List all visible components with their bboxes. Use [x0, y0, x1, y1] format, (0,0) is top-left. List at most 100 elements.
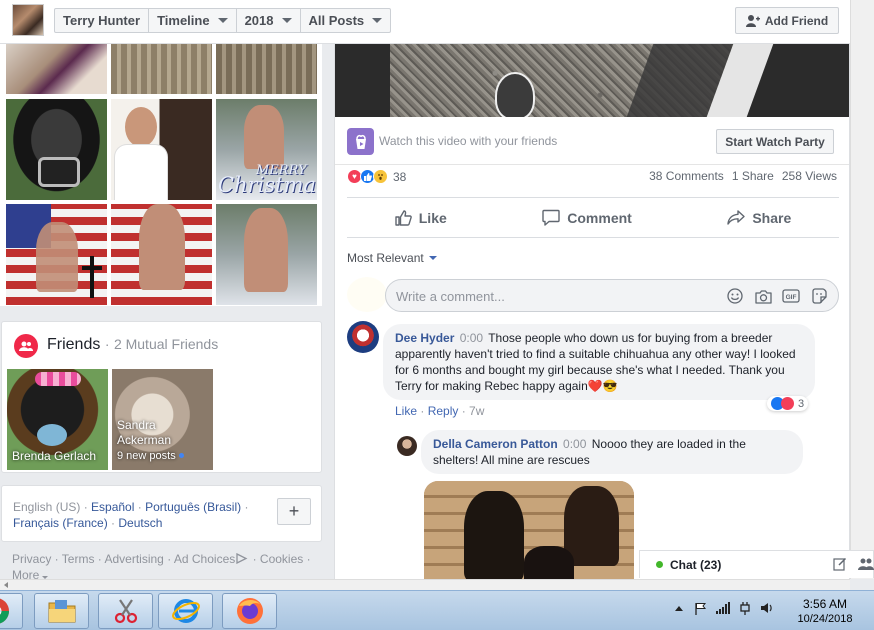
photo-thumb[interactable] — [216, 44, 317, 94]
cross-shape — [82, 266, 102, 270]
reply-video-timestamp[interactable]: 0:00 — [563, 437, 586, 451]
reply-author[interactable]: Della Cameron Patton — [433, 437, 558, 451]
footer-link-ad-choices[interactable]: Ad Choices — [174, 552, 235, 566]
comment-author[interactable]: Dee Hyder — [395, 331, 454, 345]
video-player[interactable] — [335, 44, 849, 117]
page-horizontal-scrollbar[interactable] — [0, 579, 850, 590]
new-posts-dot — [178, 453, 184, 459]
emoji-icon[interactable] — [726, 287, 744, 305]
photo-thumb[interactable] — [111, 99, 212, 200]
clock-time: 3:56 AM — [802, 597, 848, 611]
comment-video-timestamp[interactable]: 0:00 — [460, 331, 483, 345]
chevron-down-icon — [281, 18, 292, 23]
crumb-timeline[interactable]: Timeline — [149, 9, 237, 32]
comment-like-link[interactable]: Like — [395, 404, 417, 418]
footer-link-privacy[interactable]: Privacy — [12, 552, 51, 566]
plus-icon: + — [288, 501, 300, 521]
taskbar-clock[interactable]: 3:56 AM 10/24/2018 — [790, 597, 860, 627]
photo-thumb[interactable] — [111, 44, 212, 94]
friend-name: Sandra Ackerman 9 new posts — [117, 418, 184, 464]
photo-thumb[interactable] — [6, 204, 107, 305]
gif-icon[interactable]: GIF — [782, 287, 800, 305]
friends-card: Friends · 2 Mutual Friends Brenda Gerlac… — [1, 321, 322, 473]
volume-speaker-icon[interactable] — [760, 601, 774, 615]
language-link-pt[interactable]: Português (Brasil) — [145, 500, 241, 514]
friend-tile-brenda[interactable]: Brenda Gerlach — [7, 369, 108, 470]
add-friend-icon — [745, 14, 760, 27]
comment-reactions[interactable]: 3 — [767, 396, 809, 411]
language-link-es[interactable]: Español — [91, 500, 134, 514]
shirt-shape — [115, 145, 167, 200]
taskbar-internet-explorer[interactable] — [158, 593, 213, 629]
comment-sort-dropdown[interactable]: Most Relevant — [347, 251, 437, 265]
show-hidden-icons-arrow-icon[interactable] — [672, 601, 686, 615]
crumb-posts-filter[interactable]: All Posts — [301, 9, 391, 32]
language-link-fr[interactable]: Français (France) — [13, 516, 108, 530]
firefox-icon — [236, 598, 263, 624]
chat-label: Chat (23) — [670, 558, 722, 572]
taskbar-firefox[interactable] — [222, 593, 277, 629]
language-link-de[interactable]: Deutsch — [118, 516, 162, 530]
replier-avatar[interactable] — [397, 436, 417, 456]
comment-age[interactable]: 7w — [469, 404, 484, 418]
reactions-summary[interactable]: ♥ 38 — [347, 169, 406, 184]
taskbar-snipping-tool[interactable] — [98, 593, 153, 629]
person-shape — [125, 107, 157, 147]
profile-avatar[interactable] — [12, 4, 44, 36]
scroll-left-arrow-icon[interactable] — [4, 582, 8, 588]
comment-reply-link[interactable]: Reply — [428, 404, 459, 418]
friends-heading[interactable]: Friends · 2 Mutual Friends — [47, 336, 218, 354]
commenter-avatar[interactable] — [347, 321, 379, 353]
comment-button[interactable]: Comment — [542, 198, 632, 237]
add-friend-button[interactable]: Add Friend — [735, 7, 839, 34]
like-button[interactable]: Like — [395, 198, 447, 237]
photos-grid: MERRY Christmas — [0, 44, 322, 306]
wow-reaction-icon — [373, 169, 388, 184]
chat-contacts-icon[interactable] — [858, 557, 874, 574]
power-plug-icon[interactable] — [738, 601, 752, 615]
system-tray — [672, 601, 774, 615]
more-languages-button[interactable]: + — [277, 498, 311, 525]
chat-sidebar-bar[interactable]: Chat (23) — [639, 550, 874, 578]
torso-shape — [244, 208, 288, 292]
comment-meta: Like · Reply · 7w — [395, 404, 485, 418]
photo-thumb[interactable] — [216, 204, 317, 305]
photo-thumb[interactable] — [6, 44, 107, 94]
clock-date: 10/24/2018 — [797, 613, 853, 625]
sticker-icon[interactable] — [810, 287, 828, 305]
thumbs-up-icon — [395, 209, 412, 226]
online-status-dot — [656, 561, 663, 568]
share-button[interactable]: Share — [727, 198, 791, 237]
footer-link-terms[interactable]: Terms — [62, 552, 95, 566]
chevron-down-icon — [428, 256, 437, 260]
taskbar-file-explorer[interactable] — [34, 593, 89, 629]
new-message-icon[interactable] — [833, 557, 847, 574]
start-watch-party-button[interactable]: Start Watch Party — [716, 129, 834, 154]
crumb-profile-name[interactable]: Terry Hunter — [55, 9, 150, 32]
footer-link-advertising[interactable]: Advertising — [104, 552, 163, 566]
photo-thumb[interactable] — [111, 204, 212, 305]
timeline-breadcrumb: Terry Hunter Timeline 2018 All Posts — [54, 8, 392, 33]
reply-photo-dogs[interactable] — [424, 481, 634, 579]
shares-count[interactable]: 1 Share — [732, 169, 774, 183]
friend-tile-sandra[interactable]: Sandra Ackerman 9 new posts — [112, 369, 213, 470]
cross-shape — [90, 256, 94, 298]
video-frame — [390, 44, 774, 117]
photo-thumb[interactable]: MERRY Christmas — [216, 99, 317, 200]
crumb-year[interactable]: 2018 — [237, 9, 301, 32]
post-stats: 38 Comments 1 Share 258 Views — [649, 169, 837, 183]
comment-input[interactable] — [396, 287, 706, 305]
car-mirror-shape — [38, 157, 80, 187]
network-signal-icon[interactable] — [716, 601, 730, 615]
camera-icon[interactable] — [754, 287, 772, 305]
internet-explorer-icon — [171, 599, 200, 623]
taskbar-chrome[interactable] — [0, 593, 23, 629]
photo-thumb[interactable] — [6, 99, 107, 200]
comments-count[interactable]: 38 Comments — [649, 169, 724, 183]
watch-party-text: Watch this video with your friends — [379, 134, 558, 148]
watch-party-row: Watch this video with your friends Start… — [335, 117, 849, 165]
action-center-flag-icon[interactable] — [694, 601, 708, 615]
footer-link-cookies[interactable]: Cookies — [260, 552, 303, 566]
page-vertical-scrollbar[interactable] — [850, 0, 874, 579]
scissors-icon — [114, 599, 137, 624]
